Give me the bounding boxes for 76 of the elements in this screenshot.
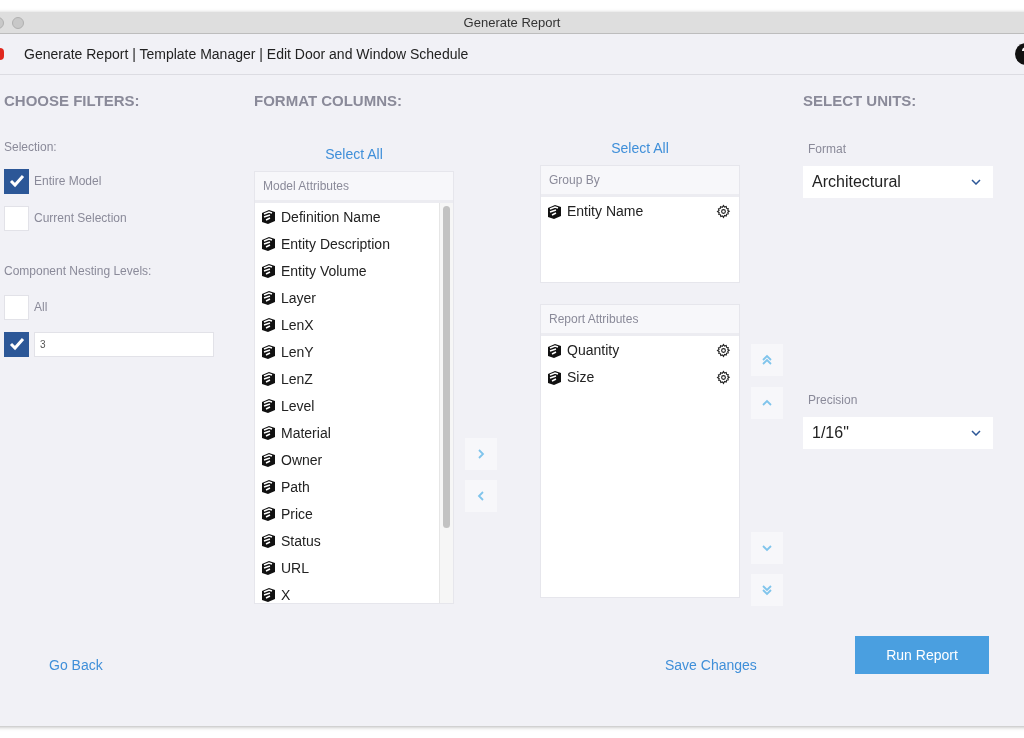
scrollbar-thumb[interactable]	[443, 205, 450, 528]
move-bottom-icon	[761, 584, 773, 596]
attribute-item[interactable]: Entity Volume	[281, 260, 434, 282]
remove-icon	[475, 490, 487, 502]
component-icon	[260, 560, 276, 576]
add-icon	[475, 448, 487, 460]
window-title: Generate Report	[463, 13, 561, 32]
component-icon	[260, 290, 276, 306]
component-icon	[546, 203, 562, 220]
attribute-item[interactable]: Material	[281, 422, 434, 444]
chevron-down-icon	[971, 429, 981, 436]
checkmark-icon	[8, 174, 25, 188]
component-icon	[546, 342, 562, 359]
attribute-item[interactable]: Quantity	[567, 340, 711, 361]
checkbox-label: Entire Model	[34, 173, 102, 190]
checkmark-icon	[8, 337, 25, 351]
attribute-item[interactable]: URL	[281, 557, 434, 579]
breadcrumb[interactable]: Generate Report | Template Manager | Edit Door and Window Schedule	[24, 43, 469, 65]
component-icon	[260, 209, 276, 225]
checkbox-label: Current Selection	[34, 210, 127, 227]
component-icon	[260, 263, 276, 279]
checkbox[interactable]	[4, 168, 29, 194]
field-label: Component Nesting Levels:	[4, 262, 153, 280]
component-icon	[260, 236, 276, 252]
component-icon	[260, 344, 276, 360]
checkbox[interactable]	[4, 331, 29, 357]
section-heading: CHOOSE FILTERS:	[4, 91, 141, 111]
field-label: Precision	[808, 391, 859, 409]
settings-icon[interactable]	[716, 370, 731, 385]
attribute-item[interactable]: Definition Name	[281, 206, 434, 228]
field-label: Format	[808, 140, 847, 158]
move-down-button[interactable]	[751, 532, 783, 564]
attribute-item[interactable]: LenZ	[281, 368, 434, 390]
component-icon	[260, 371, 276, 387]
component-icon	[260, 398, 276, 414]
component-icon	[260, 425, 276, 441]
attribute-item[interactable]: Path	[281, 476, 434, 498]
attribute-item[interactable]: Price	[281, 503, 434, 525]
attribute-item[interactable]: Level	[281, 395, 434, 417]
dropdown[interactable]: 1/16"	[803, 416, 993, 449]
attribute-item[interactable]: LenY	[281, 341, 434, 363]
component-icon	[546, 369, 562, 386]
list-header: Model Attributes	[255, 171, 453, 203]
move-top-button[interactable]	[751, 344, 783, 376]
move-up-button[interactable]	[751, 387, 783, 419]
attribute-item[interactable]: X	[281, 584, 434, 603]
app-logo-icon	[0, 48, 4, 60]
move-bottom-button[interactable]	[751, 574, 783, 606]
input-field[interactable]: 3	[34, 331, 214, 357]
attribute-item[interactable]: Entity Name	[567, 201, 711, 222]
component-icon	[260, 452, 276, 468]
dropdown[interactable]: Architectural	[803, 165, 993, 198]
settings-icon[interactable]	[716, 343, 731, 358]
component-icon	[260, 479, 276, 495]
section-heading: SELECT UNITS:	[803, 91, 918, 111]
attribute-item[interactable]: Size	[567, 367, 711, 388]
field-label: Selection:	[4, 138, 58, 156]
checkbox-label: All	[34, 299, 48, 316]
settings-icon[interactable]	[716, 204, 731, 219]
list-header: Report Attributes	[541, 305, 739, 336]
chevron-down-icon	[971, 178, 981, 185]
remove-button[interactable]	[465, 480, 497, 512]
attribute-item[interactable]: Entity Description	[281, 233, 434, 255]
attribute-item[interactable]: Owner	[281, 449, 434, 471]
attribute-item[interactable]: Layer	[281, 287, 434, 309]
add-button[interactable]	[465, 438, 497, 470]
component-icon	[260, 506, 276, 522]
window-button-icon[interactable]	[12, 16, 24, 29]
attribute-item[interactable]: Status	[281, 530, 434, 552]
attribute-item[interactable]: LenX	[281, 314, 434, 336]
section-heading: FORMAT COLUMNS:	[254, 91, 404, 111]
list-header: Group By	[541, 166, 739, 197]
move-top-icon	[761, 354, 773, 366]
component-icon	[260, 317, 276, 333]
component-icon	[260, 533, 276, 549]
move-down-icon	[761, 542, 773, 554]
